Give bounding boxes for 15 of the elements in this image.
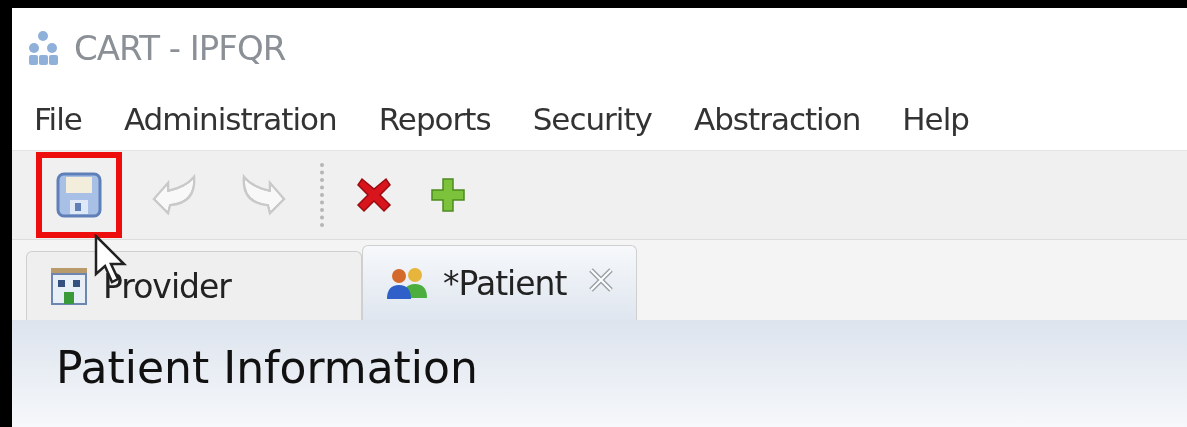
tab[interactable]: Provider xyxy=(26,251,362,320)
menu-item[interactable]: Administration xyxy=(123,101,337,137)
menu-item[interactable]: Abstraction xyxy=(693,101,861,137)
window-title: CART - IPFQR xyxy=(74,28,286,68)
menu-item[interactable]: Reports xyxy=(378,101,491,137)
people-icon xyxy=(385,266,429,300)
section-heading: Patient Information xyxy=(56,342,479,393)
menu-item[interactable]: Help xyxy=(902,101,969,137)
menu-item[interactable]: Security xyxy=(532,101,652,137)
menu-item[interactable]: File xyxy=(34,101,82,137)
delete-icon xyxy=(356,177,392,213)
add-icon xyxy=(430,177,466,213)
building-icon xyxy=(49,266,89,306)
tab[interactable]: *Patient xyxy=(362,245,638,320)
app-logo-icon xyxy=(26,29,60,67)
